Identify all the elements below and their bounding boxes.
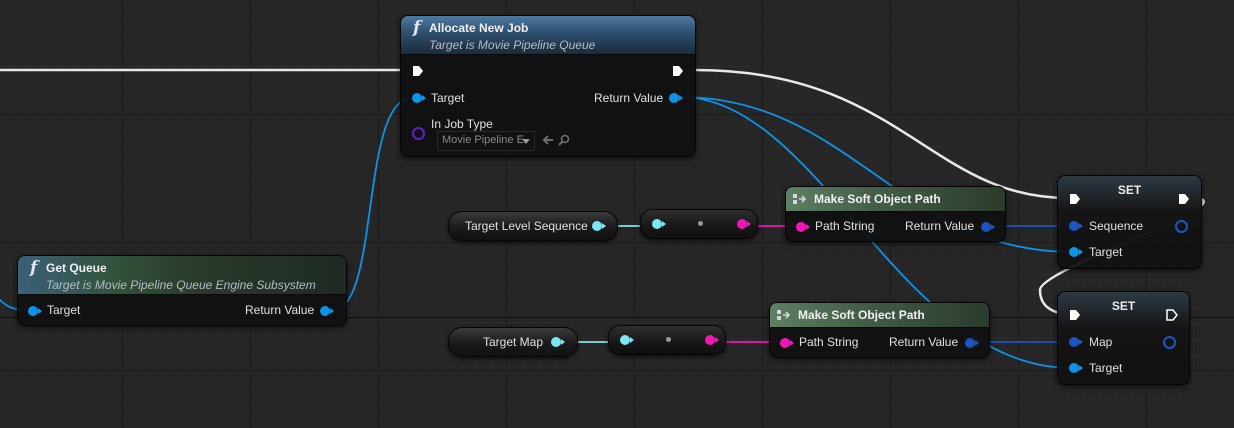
job-type-label: In Job Type [431, 117, 493, 131]
return-value-label: Return Value [245, 303, 315, 317]
soft-reference-to-string-node[interactable] [608, 325, 726, 355]
node-title: Make Soft Object Path [814, 192, 941, 206]
exec-in-pin-icon[interactable] [412, 65, 424, 77]
sequence-pin[interactable] [1069, 221, 1083, 231]
exec-out-pin-icon[interactable] [1178, 193, 1190, 205]
function-icon: f [413, 18, 421, 38]
variable-label: Target Map [483, 335, 544, 349]
target-pin-label: Target [47, 303, 81, 317]
node-title: Allocate New Job [429, 21, 529, 35]
make-soft-object-path-node[interactable]: Make Soft Object Path Path String Return… [769, 302, 990, 358]
node-title: Make Soft Object Path [798, 308, 925, 322]
target-pin[interactable] [1069, 247, 1083, 257]
target-map-variable[interactable]: Target Map [448, 327, 578, 357]
node-subtitle: Target is Movie Pipeline Queue Engine Su… [46, 278, 316, 292]
conversion-in-pin[interactable] [652, 219, 666, 229]
return-value-pin[interactable] [965, 338, 979, 348]
soft-reference-to-string-node[interactable] [640, 209, 758, 239]
node-title: Get Queue [46, 261, 107, 275]
target-pin[interactable] [28, 306, 42, 316]
node-header: f Get Queue Target is Movie Pipeline Que… [18, 256, 346, 295]
node-header: Make Soft Object Path [786, 187, 1005, 212]
map-label: Map [1089, 335, 1113, 349]
node-header: Make Soft Object Path [770, 303, 989, 328]
conversion-dot-icon [666, 337, 671, 342]
conversion-out-pin[interactable] [737, 219, 751, 229]
return-value-pin[interactable] [981, 222, 995, 232]
make-struct-icon [777, 310, 790, 320]
target-pin-label: Target [431, 91, 465, 105]
exec-in-pin-icon[interactable] [1069, 309, 1081, 321]
target-level-sequence-variable[interactable]: Target Level Sequence [448, 211, 618, 241]
exec-in-pin-icon[interactable] [1069, 193, 1081, 205]
set-map-node[interactable]: SET Map Target [1057, 291, 1190, 385]
allocate-new-job-node[interactable]: f Allocate New Job Target is Movie Pipel… [400, 15, 696, 157]
magnifier-icon[interactable] [558, 134, 570, 146]
variable-out-pin[interactable] [551, 337, 565, 347]
variable-out-pin[interactable] [592, 221, 606, 231]
return-value-label: Return Value [889, 335, 959, 349]
target-label: Target [1089, 245, 1123, 259]
node-header: f Allocate New Job Target is Movie Pipel… [401, 16, 695, 55]
return-value-pin[interactable] [669, 93, 683, 103]
job-type-value: Movie Pipeline E [442, 134, 524, 146]
map-out-pin[interactable] [1163, 336, 1176, 349]
return-value-pin[interactable] [320, 306, 334, 316]
conversion-out-pin[interactable] [705, 335, 719, 345]
function-icon: f [30, 258, 38, 278]
sequence-out-pin[interactable] [1175, 220, 1188, 233]
dropdown-caret-icon [522, 139, 530, 144]
path-string-label: Path String [815, 219, 875, 233]
node-subtitle: Target is Movie Pipeline Queue [429, 38, 596, 52]
path-string-pin[interactable] [796, 222, 810, 232]
target-pin[interactable] [412, 93, 426, 103]
path-string-pin[interactable] [780, 338, 794, 348]
back-arrow-icon[interactable] [542, 134, 554, 146]
make-soft-object-path-node[interactable]: Make Soft Object Path Path String Return… [785, 186, 1006, 242]
path-string-label: Path String [799, 335, 859, 349]
get-queue-node[interactable]: f Get Queue Target is Movie Pipeline Que… [17, 255, 347, 326]
exec-out-pin-icon[interactable] [1166, 309, 1178, 321]
conversion-in-pin[interactable] [620, 335, 634, 345]
return-value-label: Return Value [594, 91, 664, 105]
conversion-dot-icon [698, 221, 703, 226]
target-pin[interactable] [1069, 363, 1083, 373]
sequence-label: Sequence [1089, 219, 1144, 233]
variable-label: Target Level Sequence [465, 219, 588, 233]
make-struct-icon [793, 194, 806, 204]
target-label: Target [1089, 361, 1123, 375]
job-type-dropdown[interactable]: Movie Pipeline E [437, 131, 535, 151]
exec-out-pin-icon[interactable] [672, 65, 684, 77]
job-type-pin[interactable] [412, 127, 425, 140]
set-sequence-node[interactable]: SET Sequence Target [1057, 175, 1202, 269]
return-value-label: Return Value [905, 219, 975, 233]
map-pin[interactable] [1069, 337, 1083, 347]
